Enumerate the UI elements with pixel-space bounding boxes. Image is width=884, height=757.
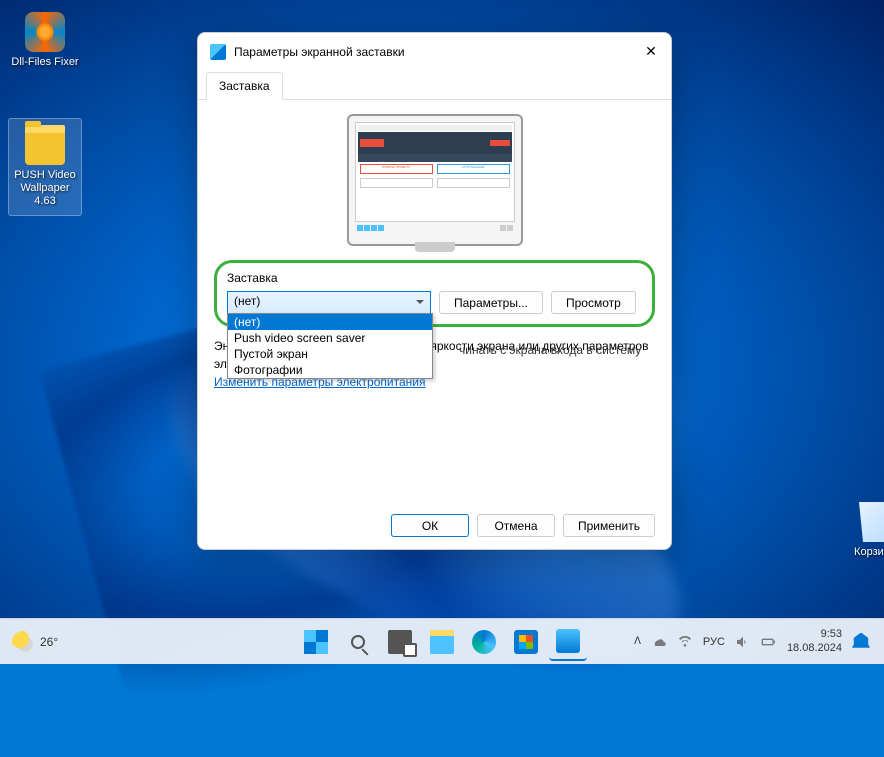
tab-strip: Заставка xyxy=(198,71,671,100)
tray-overflow-button[interactable]: ᐱ xyxy=(634,636,641,647)
weather-icon xyxy=(12,631,34,653)
desktop-icon-dll-files-fixer[interactable]: Dll-Files Fixer xyxy=(8,12,82,69)
start-button[interactable] xyxy=(297,623,335,661)
battery-icon[interactable] xyxy=(761,634,777,650)
params-button[interactable]: Параметры... xyxy=(439,291,543,314)
titlebar[interactable]: Параметры экранной заставки ✕ xyxy=(198,33,671,71)
search-icon xyxy=(351,635,365,649)
edge-button[interactable] xyxy=(465,623,503,661)
option-blank[interactable]: Пустой экран xyxy=(228,346,432,362)
monitor-preview: ПОМОЧЬ ПРОЕКТУСТОЛ ЗАКАЗОВ xyxy=(347,114,523,246)
icon-label: PUSH Video Wallpaper 4.63 xyxy=(11,169,79,209)
option-none[interactable]: (нет) xyxy=(228,314,432,330)
notification-button[interactable] xyxy=(852,633,870,651)
monitor-screen: ПОМОЧЬ ПРОЕКТУСТОЛ ЗАКАЗОВ xyxy=(355,122,515,222)
time: 9:53 xyxy=(787,628,842,641)
weather-temp: 26° xyxy=(40,635,58,649)
search-button[interactable] xyxy=(339,623,377,661)
section-label: Заставка xyxy=(227,271,642,285)
folder-icon xyxy=(25,125,65,165)
window-title: Параметры экранной заставки xyxy=(234,45,643,59)
apply-button[interactable]: Применить xyxy=(563,514,655,537)
option-push-video[interactable]: Push video screen saver xyxy=(228,330,432,346)
task-view-button[interactable] xyxy=(381,623,419,661)
screensaver-dialog: Параметры экранной заставки ✕ Заставка П… xyxy=(197,32,672,550)
taskbar-left: 26° xyxy=(0,631,58,653)
clock[interactable]: 9:53 18.08.2024 xyxy=(787,628,842,654)
language-indicator[interactable]: РУС xyxy=(703,636,725,648)
screensaver-app-button[interactable] xyxy=(549,623,587,661)
login-screen-text: чинать с экрана входа в систему xyxy=(459,343,641,357)
monitor-preview-area: ПОМОЧЬ ПРОЕКТУСТОЛ ЗАКАЗОВ xyxy=(214,114,655,246)
desktop-icon-push-video[interactable]: PUSH Video Wallpaper 4.63 xyxy=(8,118,82,216)
close-button[interactable]: ✕ xyxy=(643,44,659,60)
recycle-bin-icon xyxy=(855,502,884,542)
network-icon[interactable] xyxy=(677,634,693,650)
ok-button[interactable]: ОК xyxy=(391,514,469,537)
edge-icon xyxy=(472,630,496,654)
system-tray: ᐱ РУС 9:53 18.08.2024 xyxy=(634,628,884,654)
windows-icon xyxy=(304,630,328,654)
window-icon xyxy=(210,44,226,60)
weather-widget[interactable]: 26° xyxy=(12,631,58,653)
task-view-icon xyxy=(388,630,412,654)
taskbar-center xyxy=(297,623,587,661)
screensaver-selection-group: Заставка (нет) Параметры... Просмотр (не… xyxy=(214,260,655,327)
tab-screensaver[interactable]: Заставка xyxy=(206,72,283,100)
icon-label: Корзина xyxy=(838,546,884,559)
cancel-button[interactable]: Отмена xyxy=(477,514,555,537)
preview-button[interactable]: Просмотр xyxy=(551,291,636,314)
store-icon xyxy=(514,630,538,654)
store-button[interactable] xyxy=(507,623,545,661)
option-photos[interactable]: Фотографии xyxy=(228,362,432,378)
dll-fixer-icon xyxy=(25,12,65,52)
monitor-icon xyxy=(556,629,580,653)
dialog-content: ПОМОЧЬ ПРОЕКТУСТОЛ ЗАКАЗОВ Заставка (нет… xyxy=(198,100,671,405)
dialog-buttons: ОК Отмена Применить xyxy=(391,514,655,537)
icon-label: Dll-Files Fixer xyxy=(8,56,82,69)
explorer-icon xyxy=(430,630,454,654)
desktop-icon-recycle-bin[interactable]: Корзина xyxy=(838,502,884,559)
onedrive-icon[interactable] xyxy=(651,634,667,650)
file-explorer-button[interactable] xyxy=(423,623,461,661)
date: 18.08.2024 xyxy=(787,642,842,655)
screensaver-combobox[interactable]: (нет) xyxy=(227,291,431,314)
screensaver-dropdown-list[interactable]: (нет) Push video screen saver Пустой экр… xyxy=(227,313,433,379)
taskbar: 26° ᐱ РУС 9:53 18.08.2024 xyxy=(0,618,884,664)
volume-icon[interactable] xyxy=(735,634,751,650)
